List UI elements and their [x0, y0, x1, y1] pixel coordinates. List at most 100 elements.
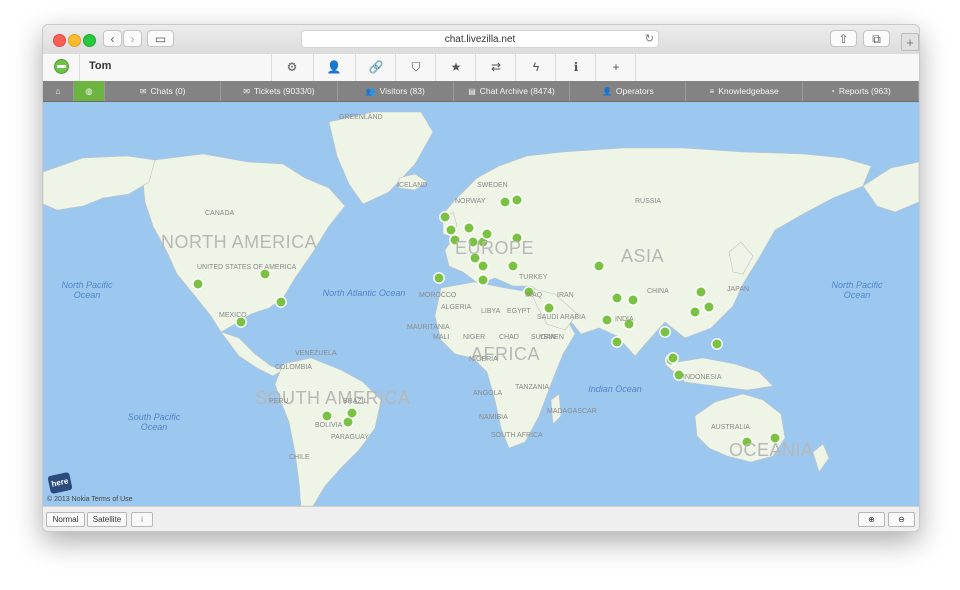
- operator-name: Tom: [89, 60, 112, 72]
- country-label: SAUDI ARABIA: [537, 314, 586, 321]
- continent-label: NORTH AMERICA: [161, 232, 318, 252]
- tab-operator[interactable]: 👤 Operators: [570, 81, 687, 101]
- map-copyright[interactable]: © 2013 Nokia Terms of Use: [47, 496, 133, 503]
- zoom-in-icon: ⊕: [868, 515, 875, 524]
- settings-gears-icon: ⚙: [286, 60, 298, 74]
- country-label: GREENLAND: [339, 114, 383, 121]
- map-info-button[interactable]: i: [131, 512, 153, 527]
- world-map[interactable]: NORTH AMERICA SOUTH AMERICA EUROPE ASIA AFRI…: [43, 102, 919, 506]
- back-button[interactable]: ‹: [103, 30, 122, 47]
- users-icon: 👥: [365, 87, 376, 96]
- visitor-marker[interactable]: [321, 410, 333, 422]
- country-label: CHINA: [647, 288, 669, 295]
- visitor-marker[interactable]: [439, 211, 451, 223]
- visitor-marker[interactable]: [445, 224, 457, 236]
- forward-button[interactable]: ›: [123, 30, 142, 47]
- share-icon: ⇧: [838, 32, 849, 46]
- ocean-label: North Pacific Ocean: [831, 280, 883, 300]
- country-label: UNITED STATES OF AMERICA: [197, 264, 297, 271]
- user-button[interactable]: 👤: [314, 54, 354, 81]
- visitor-marker[interactable]: [627, 294, 639, 306]
- info-icon: i: [141, 515, 143, 524]
- visitor-marker[interactable]: [192, 278, 204, 290]
- country-label: MALI: [433, 334, 450, 341]
- visitor-marker[interactable]: [433, 272, 445, 284]
- tab-envelope[interactable]: ✉ Tickets (9033/0): [221, 81, 338, 101]
- country-label: SWEDEN: [477, 182, 508, 189]
- visitor-marker[interactable]: [689, 306, 701, 318]
- visitor-marker[interactable]: [477, 260, 489, 272]
- chat-icon: ✉: [139, 87, 147, 96]
- country-label: IRAN: [557, 292, 574, 299]
- country-label: TURKEY: [519, 274, 548, 281]
- plus-icon: +: [612, 60, 620, 74]
- reload-icon[interactable]: ↻: [645, 31, 654, 48]
- settings-gears-button[interactable]: ⚙: [272, 54, 312, 81]
- central-america-landmass: [220, 331, 284, 377]
- visitor-marker[interactable]: [711, 338, 723, 350]
- visitor-marker[interactable]: [695, 286, 707, 298]
- translate-button[interactable]: ⇄: [476, 54, 516, 81]
- visitor-marker[interactable]: [703, 301, 715, 313]
- visitor-marker[interactable]: [463, 222, 475, 234]
- visitor-marker[interactable]: [346, 407, 358, 419]
- visitor-marker[interactable]: [659, 326, 671, 338]
- country-label: IRAQ: [525, 292, 543, 299]
- tab-archive[interactable]: ▤ Chat Archive (8474): [454, 81, 571, 101]
- lightning-button[interactable]: ϟ: [516, 54, 556, 81]
- visitor-marker[interactable]: [275, 296, 287, 308]
- nav-tab-label: Reports (963): [838, 86, 891, 96]
- nav-tab-label: Knowledgebase: [718, 86, 779, 96]
- address-bar[interactable]: chat.livezilla.net ↻: [301, 30, 659, 48]
- country-label: CHAD: [499, 334, 519, 341]
- pie-chart-icon: ◔: [830, 87, 835, 96]
- visitor-marker[interactable]: [543, 302, 555, 314]
- minimize-window-button[interactable]: [68, 34, 81, 47]
- link-button[interactable]: 🔗: [356, 54, 396, 81]
- visitor-marker[interactable]: [499, 196, 511, 208]
- satellite-view-button[interactable]: Satellite: [87, 512, 127, 527]
- tab-home[interactable]: ⌂: [43, 81, 74, 101]
- star-button[interactable]: ★: [436, 54, 476, 81]
- sidebar-toggle-button[interactable]: ▭: [147, 30, 174, 47]
- browser-titlebar: ‹ › ▭ chat.livezilla.net ↻ ⇧ ⧉ +: [43, 25, 919, 55]
- visitor-marker[interactable]: [601, 314, 613, 326]
- russia-east-landmass: [862, 161, 919, 213]
- visitor-marker[interactable]: [611, 336, 623, 348]
- visitor-marker[interactable]: [611, 292, 623, 304]
- visitor-marker[interactable]: [507, 260, 519, 272]
- tab-database[interactable]: ≡ Knowledgebase: [687, 81, 803, 101]
- tab-chat[interactable]: ✉ Chats (0): [105, 81, 222, 101]
- tab-users[interactable]: 👥 Visitors (83): [338, 81, 454, 101]
- info-icon: ℹ: [573, 60, 579, 74]
- info-button[interactable]: ℹ: [556, 54, 596, 81]
- tab-map[interactable]: ◍: [74, 81, 105, 101]
- country-label: ALGERIA: [441, 304, 472, 311]
- plus-button[interactable]: +: [596, 54, 636, 81]
- ocean-label: North Pacific Ocean: [61, 280, 113, 300]
- visitor-marker[interactable]: [593, 260, 605, 272]
- zoom-in-button[interactable]: ⊕: [858, 512, 885, 527]
- country-label: MADAGASCAR: [547, 408, 597, 415]
- share-button[interactable]: ⇧: [830, 30, 857, 47]
- new-tab-button[interactable]: +: [901, 33, 919, 51]
- ocean-label: South Pacific Ocean: [127, 412, 181, 432]
- greenland-landmass: [328, 111, 434, 205]
- shield-button[interactable]: ⛉: [396, 54, 436, 81]
- tabs-overview-button[interactable]: ⧉: [863, 30, 890, 47]
- chevron-left-icon: ‹: [110, 32, 115, 46]
- zoom-out-button[interactable]: ⊖: [888, 512, 915, 527]
- zoom-window-button[interactable]: [83, 34, 96, 47]
- normal-view-button[interactable]: Normal: [46, 512, 85, 527]
- country-label: MAURITANIA: [407, 324, 450, 331]
- shield-icon: ⛉: [411, 60, 421, 74]
- visitor-marker[interactable]: [667, 352, 679, 364]
- translate-icon: ⇄: [490, 60, 502, 74]
- continent-label: OCEANIA: [729, 440, 814, 460]
- tab-pie-chart[interactable]: ◔ Reports (963): [803, 81, 919, 101]
- visitor-marker[interactable]: [477, 274, 489, 286]
- close-window-button[interactable]: [53, 34, 66, 47]
- user-icon: 👤: [326, 60, 342, 74]
- visitor-marker[interactable]: [511, 194, 523, 206]
- browser-window: ‹ › ▭ chat.livezilla.net ↻ ⇧ ⧉ + Tom ⚙ 👤 🔗…: [42, 24, 920, 532]
